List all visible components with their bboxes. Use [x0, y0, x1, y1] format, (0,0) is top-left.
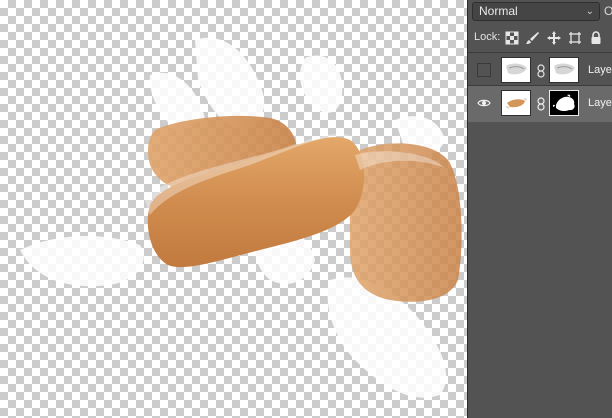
caramel-candies-image: [20, 37, 462, 398]
lock-transparent-icon[interactable]: [504, 30, 520, 46]
layer-thumbnail: [501, 90, 531, 116]
blend-mode-value: Normal: [479, 4, 518, 18]
lock-row: Lock:: [468, 28, 612, 50]
layers-panel: Normal ⌄ O Lock: Laye Laye: [468, 0, 612, 418]
lock-label: Lock:: [474, 31, 501, 43]
layer-mask-thumbnail[interactable]: [549, 90, 579, 116]
blend-mode-dropdown[interactable]: Normal ⌄: [472, 2, 600, 21]
eye-icon[interactable]: [477, 96, 491, 110]
layer-mask-thumbnail[interactable]: [549, 57, 579, 83]
lock-all-icon[interactable]: [588, 30, 604, 46]
layer-row[interactable]: Laye: [468, 53, 612, 89]
lock-artboard-icon[interactable]: [567, 30, 583, 46]
link-chain-icon[interactable]: [537, 97, 545, 111]
layer-row-selected[interactable]: Laye: [468, 86, 612, 122]
layer-name: Laye: [588, 64, 612, 76]
link-chain-icon[interactable]: [537, 64, 545, 78]
document-canvas[interactable]: [0, 0, 467, 418]
lock-paint-icon[interactable]: [525, 30, 541, 46]
layer-name: Laye: [588, 97, 612, 109]
opacity-label: O: [604, 4, 612, 18]
layer-thumbnail: [501, 57, 531, 83]
chevron-down-icon: ⌄: [585, 6, 594, 17]
lock-position-icon[interactable]: [546, 30, 562, 46]
visibility-toggle-off[interactable]: [477, 63, 491, 77]
